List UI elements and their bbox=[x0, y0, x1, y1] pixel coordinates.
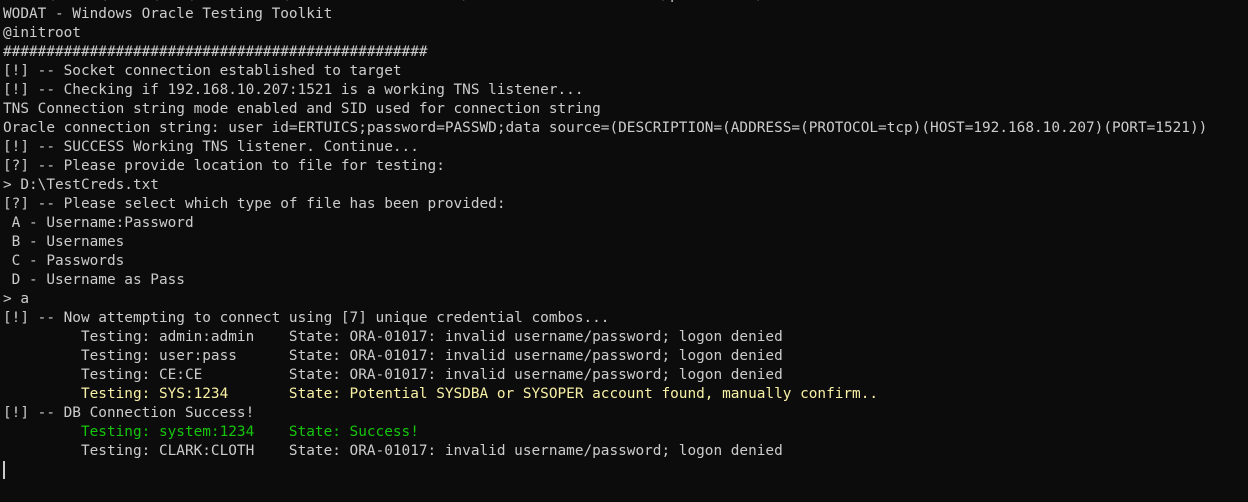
terminal-line: [?] -- Please select which type of file … bbox=[3, 196, 506, 212]
text-cursor bbox=[3, 461, 5, 479]
terminal-line: [!] -- Socket connection established to … bbox=[3, 63, 402, 79]
terminal-line: @initroot bbox=[3, 25, 81, 41]
terminal-line: Testing: CE:CE State: ORA-01017: invalid… bbox=[3, 367, 783, 383]
terminal-line: WODAT - Windows Oracle Testing Toolkit bbox=[3, 6, 333, 22]
terminal-line: D - Username as Pass bbox=[3, 272, 185, 288]
terminal-line: [!] -- DB Connection Success! bbox=[3, 405, 255, 421]
terminal-line: TNS Connection string mode enabled and S… bbox=[3, 101, 601, 117]
terminal-line: > D:\TestCreds.txt bbox=[3, 177, 159, 193]
terminal-line: [!] -- Checking if 192.168.10.207:1521 i… bbox=[3, 82, 584, 98]
terminal-line: A - Username:Password bbox=[3, 215, 194, 231]
terminal-line: ########################################… bbox=[3, 44, 428, 60]
terminal-line: C - Passwords bbox=[3, 253, 125, 269]
terminal-output: PS C:\Tools\WODAT\bin\Release> .\WODAT.e… bbox=[3, 0, 1207, 461]
terminal-line: Oracle connection string: user id=ERTUIC… bbox=[3, 120, 1208, 136]
terminal-line: B - Usernames bbox=[3, 234, 125, 250]
terminal-line: Testing: user:pass State: ORA-01017: inv… bbox=[3, 348, 783, 364]
terminal-line: > a bbox=[3, 291, 29, 307]
terminal-line: [!] -- Now attempting to connect using [… bbox=[3, 310, 610, 326]
terminal-line: Testing: system:1234 State: Success! bbox=[3, 424, 419, 440]
terminal-line: Testing: SYS:1234 State: Potential SYSDB… bbox=[3, 386, 879, 402]
terminal-window[interactable]: PS C:\Tools\WODAT\bin\Release> .\WODAT.e… bbox=[0, 0, 1248, 502]
terminal-line: Testing: CLARK:CLOTH State: ORA-01017: i… bbox=[3, 443, 783, 459]
terminal-line: Testing: admin:admin State: ORA-01017: i… bbox=[3, 329, 783, 345]
terminal-line: [!] -- SUCCESS Working TNS listener. Con… bbox=[3, 139, 419, 155]
terminal-line: [?] -- Please provide location to file f… bbox=[3, 158, 445, 174]
